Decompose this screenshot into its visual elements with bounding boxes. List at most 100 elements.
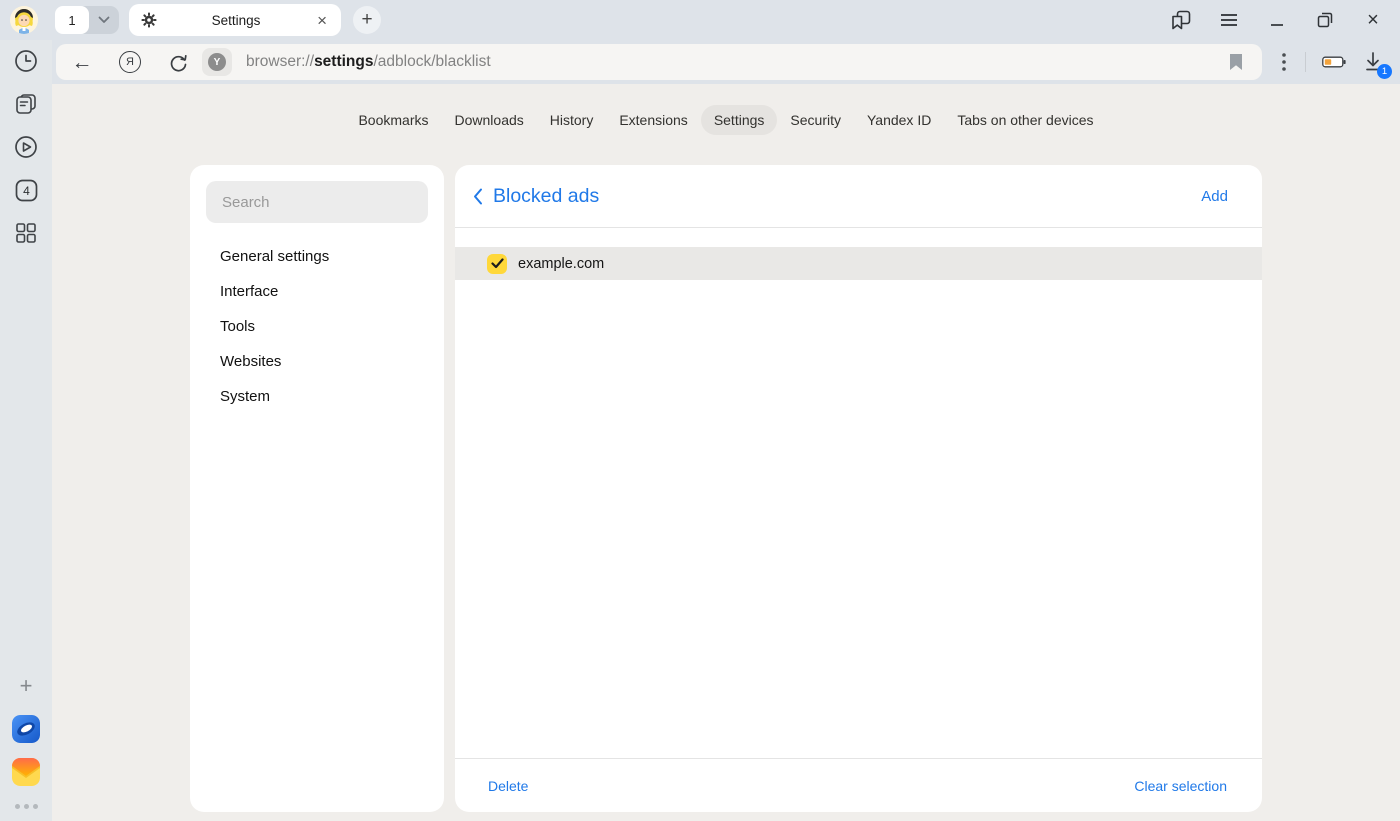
tab-history[interactable]: History <box>537 105 607 135</box>
app-sidebar: 4 + <box>0 40 52 821</box>
sidebar-more-button[interactable] <box>15 804 38 809</box>
bookmark-icon <box>1228 53 1244 71</box>
app-sidebar-bottom: + <box>12 657 40 821</box>
url-path: /adblock/blacklist <box>374 53 491 70</box>
restore-button[interactable] <box>1313 8 1337 32</box>
settings-layout: General settings Interface Tools Website… <box>190 165 1262 812</box>
settings-menu: General settings Interface Tools Website… <box>206 239 428 414</box>
avatar-illustration <box>10 6 38 34</box>
minimize-button[interactable] <box>1265 8 1289 32</box>
toolbar: ← Я Y browser://settings/adblock/blackli… <box>52 40 1400 84</box>
settings-nav-tabs: Bookmarks Downloads History Extensions S… <box>52 84 1400 135</box>
yandex-home-button[interactable]: Я <box>118 50 142 74</box>
extensions-menu-button[interactable] <box>1272 50 1296 74</box>
clock-icon <box>13 48 39 74</box>
toolbar-divider <box>1305 52 1306 72</box>
tab-group-count[interactable]: 1 <box>55 6 89 34</box>
tab-bookmarks[interactable]: Bookmarks <box>345 105 441 135</box>
titlebar: 1 <box>0 0 1400 40</box>
grid-icon <box>15 222 37 244</box>
tab-downloads[interactable]: Downloads <box>442 105 537 135</box>
menu-item-general-settings[interactable]: General settings <box>206 239 428 274</box>
omnibox[interactable]: ← Я Y browser://settings/adblock/blackli… <box>56 44 1262 80</box>
browser-tab-settings[interactable]: Settings × <box>129 4 341 36</box>
settings-sidebar-card: General settings Interface Tools Website… <box>190 165 444 812</box>
tab-close-icon[interactable]: × <box>315 12 329 29</box>
row-checkbox[interactable] <box>487 254 507 274</box>
tab-settings[interactable]: Settings <box>701 105 778 135</box>
toolbar-right-cluster: 1 <box>1262 40 1400 84</box>
tab-yandex-id[interactable]: Yandex ID <box>854 105 944 135</box>
new-tab-button[interactable]: + <box>353 6 381 34</box>
yandex-logo-icon: Я <box>119 51 141 73</box>
back-button[interactable]: ← <box>70 50 94 74</box>
battery-saver-button[interactable] <box>1322 50 1346 74</box>
profile-avatar[interactable] <box>10 6 38 34</box>
reload-icon <box>169 53 188 72</box>
hamburger-icon <box>1221 14 1237 26</box>
close-icon: × <box>1367 10 1379 30</box>
selection-footer: Delete Clear selection <box>455 758 1262 812</box>
battery-icon <box>1322 54 1346 70</box>
search-input[interactable] <box>206 181 428 223</box>
delete-button[interactable]: Delete <box>488 778 528 794</box>
protect-icon: Y <box>208 53 226 71</box>
list-empty-area <box>455 280 1262 758</box>
tab-counter-icon: 4 <box>14 178 39 203</box>
menu-item-websites[interactable]: Websites <box>206 344 428 379</box>
apps-grid-button[interactable] <box>12 219 40 247</box>
history-button[interactable] <box>12 47 40 75</box>
tab-security[interactable]: Security <box>777 105 854 135</box>
menu-item-interface[interactable]: Interface <box>206 274 428 309</box>
play-circle-icon <box>13 134 39 160</box>
menu-item-system[interactable]: System <box>206 379 428 414</box>
tab-group-chevron[interactable] <box>89 16 119 24</box>
tab-title: Settings <box>157 13 315 28</box>
menu-item-tools[interactable]: Tools <box>206 309 428 344</box>
feed-button[interactable] <box>12 90 40 118</box>
page-title[interactable]: Blocked ads <box>493 185 599 208</box>
yandex-browser-app-button[interactable] <box>12 715 40 743</box>
restore-icon <box>1317 12 1333 28</box>
svg-text:4: 4 <box>23 184 30 198</box>
minimize-icon <box>1270 13 1284 27</box>
browser-logo-icon <box>12 715 40 743</box>
menu-button[interactable] <box>1217 8 1241 32</box>
add-panel-button[interactable]: + <box>12 672 40 700</box>
blocked-site-domain: example.com <box>518 256 604 272</box>
reload-button[interactable] <box>166 50 190 74</box>
clear-selection-button[interactable]: Clear selection <box>1134 778 1227 794</box>
add-button[interactable]: Add <box>1201 188 1228 205</box>
downloads-button[interactable]: 1 <box>1360 49 1386 75</box>
back-arrow-icon: ← <box>72 52 93 73</box>
url-host: settings <box>314 53 373 70</box>
blocked-ads-header: Blocked ads Add <box>455 165 1262 227</box>
bookmark-page-button[interactable] <box>1224 50 1248 74</box>
mail-logo-icon <box>12 758 40 786</box>
documents-icon <box>13 91 39 117</box>
close-window-button[interactable]: × <box>1361 8 1385 32</box>
tab-other-devices[interactable]: Tabs on other devices <box>944 105 1106 135</box>
tab-extensions[interactable]: Extensions <box>606 105 700 135</box>
list-top-gap <box>455 228 1262 247</box>
chevron-left-icon[interactable] <box>473 188 483 205</box>
settings-page: Bookmarks Downloads History Extensions S… <box>52 84 1400 821</box>
tabs-count-button[interactable]: 4 <box>12 176 40 204</box>
checkmark-icon <box>491 258 504 269</box>
url-scheme: browser:// <box>246 53 314 70</box>
tab-group-control: 1 <box>55 6 119 34</box>
blocked-ads-panel: Blocked ads Add example.com De <box>455 165 1262 812</box>
yandex-mail-app-button[interactable] <box>12 758 40 786</box>
gear-favicon-icon <box>141 12 157 28</box>
plus-icon: + <box>20 673 33 699</box>
downloads-badge: 1 <box>1377 64 1392 79</box>
kebab-icon <box>1282 53 1286 71</box>
panels-icon <box>1170 9 1192 31</box>
blocked-site-row[interactable]: example.com <box>455 247 1262 280</box>
video-button[interactable] <box>12 133 40 161</box>
address-url[interactable]: browser://settings/adblock/blacklist <box>246 53 491 71</box>
side-panels-button[interactable] <box>1169 8 1193 32</box>
browser-window: 1 <box>0 0 1400 821</box>
chevron-down-icon <box>98 16 110 24</box>
site-protect-badge[interactable]: Y <box>202 48 232 76</box>
